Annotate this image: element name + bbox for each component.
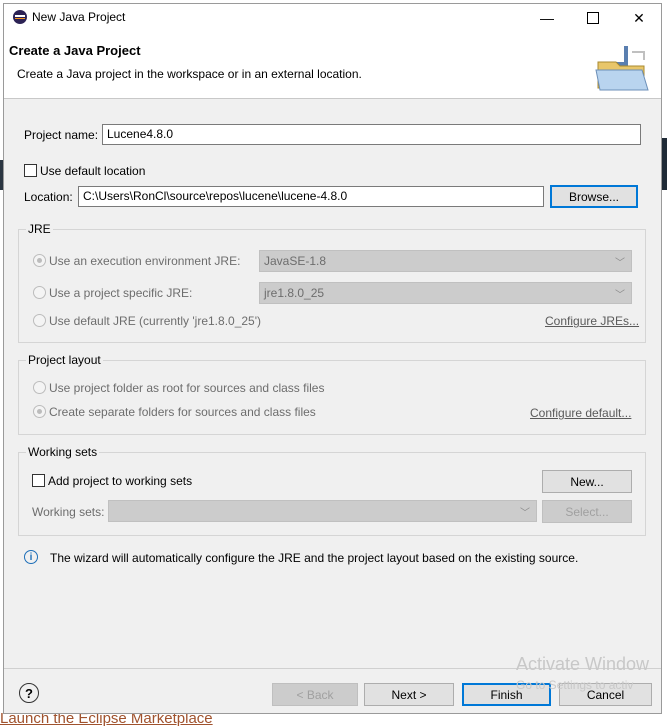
working-sets-group-label: Working sets: [26, 445, 100, 459]
window-title: New Java Project: [32, 10, 126, 24]
minimize-button[interactable]: —: [524, 4, 570, 32]
layout-separate-label: Create separate folders for sources and …: [49, 405, 316, 419]
layout-root-radio[interactable]: [33, 381, 46, 394]
java-project-folder-icon: [595, 46, 649, 91]
jre-project-specific-radio[interactable]: [33, 286, 46, 299]
execution-env-combo[interactable]: JavaSE-1.8 ﹀: [259, 250, 632, 272]
new-working-set-button[interactable]: New...: [542, 470, 632, 493]
wizard-description: Create a Java project in the workspace o…: [17, 67, 362, 81]
add-to-working-sets-checkbox[interactable]: [32, 474, 45, 487]
working-sets-group: [18, 452, 646, 536]
layout-root-label: Use project folder as root for sources a…: [49, 381, 325, 395]
project-layout-group-label: Project layout: [26, 353, 103, 367]
layout-separate-radio[interactable]: [33, 405, 46, 418]
browse-button[interactable]: Browse...: [550, 185, 638, 208]
project-name-input[interactable]: Lucene4.8.0: [102, 124, 641, 145]
working-sets-label: Working sets:: [32, 505, 105, 519]
project-name-label: Project name:: [24, 128, 99, 142]
jre-default-radio[interactable]: [33, 314, 46, 327]
configure-jres-link[interactable]: Configure JREs...: [545, 314, 639, 328]
wizard-title: Create a Java Project: [9, 43, 141, 58]
project-layout-group: [18, 360, 646, 435]
chevron-down-icon: ﹀: [615, 258, 625, 269]
execution-env-value: JavaSE-1.8: [264, 254, 327, 268]
use-default-location-checkbox[interactable]: [24, 164, 37, 177]
close-icon: ✕: [633, 9, 645, 26]
location-label: Location:: [24, 190, 73, 204]
add-to-working-sets-label: Add project to working sets: [48, 474, 193, 488]
jre-group-label: JRE: [26, 222, 53, 236]
help-icon[interactable]: ?: [19, 683, 39, 703]
maximize-icon: [587, 12, 599, 24]
close-button[interactable]: ✕: [616, 4, 662, 32]
use-default-location-label: Use default location: [40, 164, 146, 178]
jre-execution-env-radio[interactable]: [33, 254, 46, 267]
info-message: The wizard will automatically configure …: [50, 551, 579, 565]
eclipse-icon: [13, 10, 27, 24]
configure-default-link[interactable]: Configure default...: [530, 406, 631, 420]
activation-watermark-subtitle: Go to Settings to activ: [516, 678, 634, 692]
project-specific-jre-value: jre1.8.0_25: [264, 286, 325, 300]
location-input[interactable]: C:\Users\RonCl\source\repos\lucene\lucen…: [78, 186, 544, 207]
eclipse-backdrop-edge: [662, 138, 667, 190]
next-button[interactable]: Next >: [364, 683, 454, 706]
minimize-icon: —: [540, 10, 554, 26]
marketplace-link[interactable]: Launch the Eclipse Marketplace: [0, 712, 280, 726]
jre-execution-env-label: Use an execution environment JRE:: [49, 254, 241, 268]
working-sets-combo[interactable]: ﹀: [108, 500, 537, 522]
chevron-down-icon: ﹀: [615, 290, 625, 301]
back-button[interactable]: < Back: [272, 683, 358, 706]
info-icon: i: [24, 550, 38, 564]
maximize-button[interactable]: [570, 4, 616, 32]
jre-default-label: Use default JRE (currently 'jre1.8.0_25'…: [49, 314, 262, 328]
project-specific-jre-combo[interactable]: jre1.8.0_25 ﹀: [259, 282, 632, 304]
activation-watermark-title: Activate Window: [516, 654, 650, 674]
chevron-down-icon: ﹀: [520, 508, 530, 519]
select-working-sets-button[interactable]: Select...: [542, 500, 632, 523]
jre-project-specific-label: Use a project specific JRE:: [49, 286, 193, 300]
